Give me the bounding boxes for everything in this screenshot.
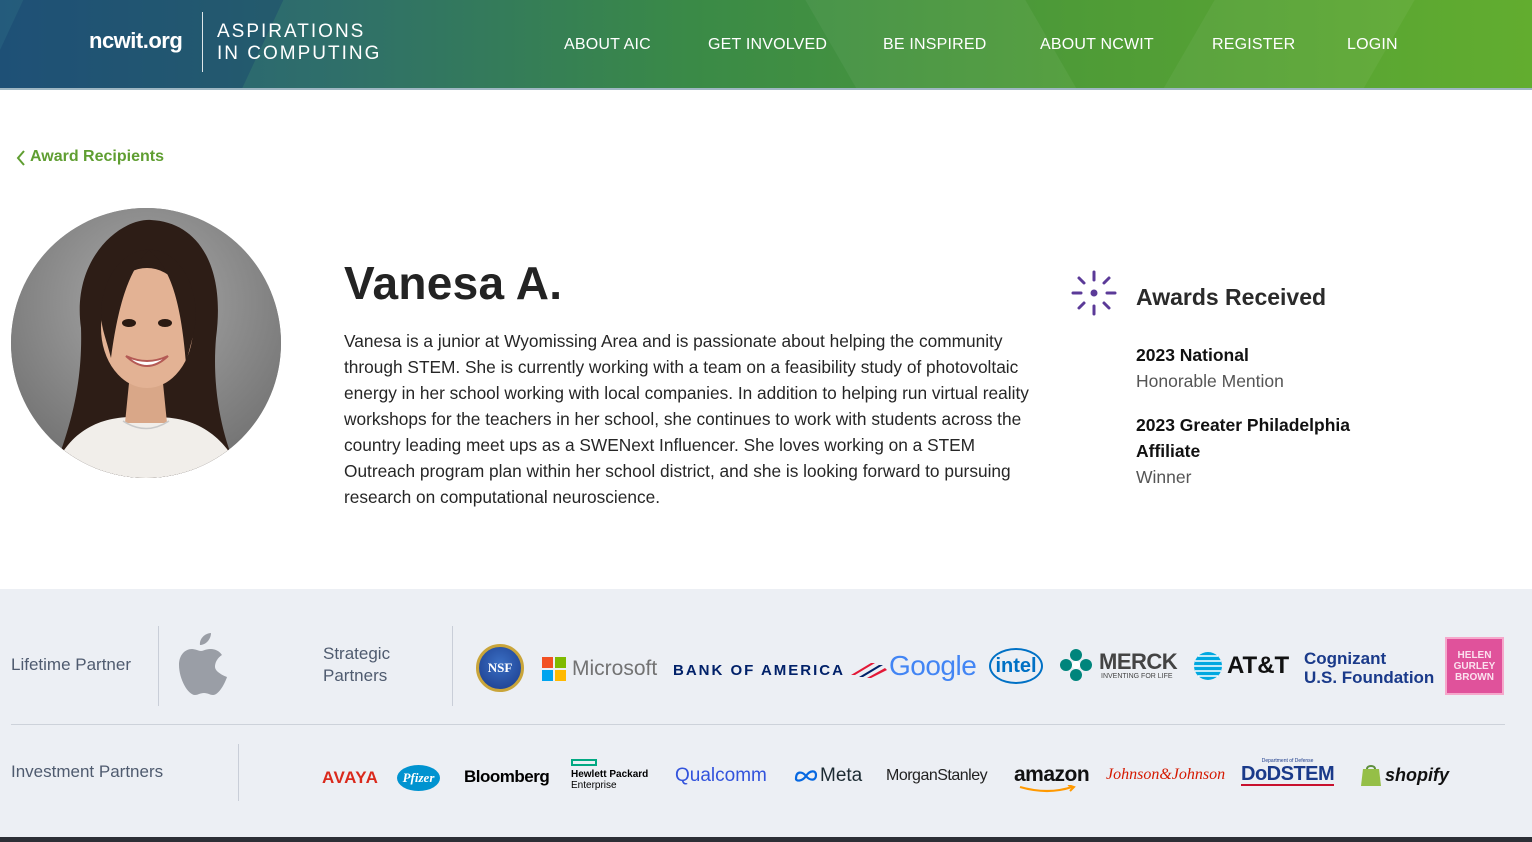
johnson-and-johnson-logo[interactable]: Johnson&Johnson <box>1106 766 1225 784</box>
aic-logo-line2: IN COMPUTING <box>217 43 382 64</box>
award-title: 2023 Greater Philadelphia Affiliate <box>1136 415 1350 461</box>
att-logo[interactable]: AT&T <box>1193 651 1289 681</box>
site-header: ncwit.org ASPIRATIONS IN COMPUTING ABOUT… <box>0 0 1532 90</box>
nav-login[interactable]: LOGIN <box>1347 36 1398 54</box>
logo-divider <box>202 12 203 72</box>
google-wordmark: Google <box>889 650 977 681</box>
boa-wordmark: BANK OF AMERICA <box>673 661 845 679</box>
hpe-line1: Hewlett Packard <box>571 769 649 780</box>
award-item: 2023 National Honorable Mention <box>1136 342 1416 394</box>
hgb-line3: BROWN <box>1455 671 1494 683</box>
avaya-logo[interactable]: AVAYA <box>322 768 378 788</box>
merck-wordmark: MERCK <box>1099 648 1178 674</box>
nsf-logo[interactable]: NSF <box>476 644 524 692</box>
partner-divider <box>452 626 453 706</box>
award-subtitle: Honorable Mention <box>1136 371 1284 391</box>
att-globe-icon <box>1194 652 1222 680</box>
dodstem-logo[interactable]: Department of Defense DoDSTEM <box>1241 759 1335 786</box>
award-item: 2023 Greater Philadelphia Affiliate Winn… <box>1136 412 1416 490</box>
amazon-logo[interactable]: amazon <box>1014 763 1090 793</box>
awards-received-heading: Awards Received <box>1136 284 1327 310</box>
partner-divider <box>158 626 159 706</box>
amazon-smile-icon <box>1019 785 1076 793</box>
hpe-logo[interactable]: Hewlett Packard Enterprise <box>571 759 648 791</box>
partners-row-divider <box>11 724 1505 725</box>
hpe-element-icon <box>571 759 597 766</box>
merck-logo[interactable]: MERCK INVENTING FOR LIFE <box>1059 648 1178 682</box>
nav-about-aic[interactable]: ABOUT AIC <box>564 36 651 54</box>
cognizant-subline: U.S. Foundation <box>1304 668 1435 687</box>
nav-register[interactable]: REGISTER <box>1212 36 1295 54</box>
back-to-award-recipients-link[interactable]: Award Recipients <box>14 148 164 166</box>
nav-be-inspired[interactable]: BE INSPIRED <box>883 36 987 54</box>
dodstem-wordmark: DoDSTEM <box>1241 763 1335 786</box>
aic-logo-line1: ASPIRATIONS <box>217 21 366 42</box>
helen-gurley-brown-logo[interactable]: HELEN GURLEY BROWN <box>1445 637 1504 695</box>
qualcomm-logo[interactable]: Qualcomm <box>675 765 767 787</box>
merck-tagline: INVENTING FOR LIFE <box>1101 672 1173 680</box>
merck-mark-icon <box>1060 649 1092 681</box>
meta-wordmark: Meta <box>820 765 863 786</box>
microsoft-wordmark: Microsoft <box>572 657 658 680</box>
morgan-stanley-logo[interactable]: MorganStanley <box>886 767 988 785</box>
att-wordmark: AT&T <box>1227 652 1290 679</box>
cognizant-wordmark: Cognizant <box>1304 649 1387 668</box>
meta-infinity-icon <box>794 770 818 782</box>
meta-logo[interactable]: Meta <box>794 765 862 787</box>
aic-logo[interactable]: ASPIRATIONS IN COMPUTING <box>217 21 381 65</box>
profile-portrait-illustration <box>11 208 281 478</box>
back-link-label: Award Recipients <box>30 148 164 165</box>
nav-get-involved[interactable]: GET INVOLVED <box>708 36 827 54</box>
apple-logo-icon[interactable] <box>177 633 231 697</box>
nav-about-ncwit[interactable]: ABOUT NCWIT <box>1040 36 1154 54</box>
google-logo[interactable]: Google <box>889 650 977 682</box>
hgb-line1: HELEN <box>1457 649 1492 661</box>
recipient-name: Vanesa A. <box>344 257 563 309</box>
profile-photo <box>11 208 281 478</box>
microsoft-squares-icon <box>542 657 566 681</box>
shopify-wordmark: shopify <box>1385 764 1450 785</box>
chevron-left-icon <box>16 150 25 166</box>
intel-logo[interactable]: intel <box>989 648 1043 684</box>
ncwit-logo[interactable]: ncwit.org <box>89 28 183 54</box>
sparkle-burst-icon <box>1071 270 1117 316</box>
award-title: 2023 National <box>1136 345 1249 365</box>
microsoft-logo[interactable]: Microsoft <box>542 657 657 681</box>
lifetime-partner-label: Lifetime Partner <box>11 655 131 674</box>
bank-of-america-logo[interactable]: BANK OF AMERICA <box>673 661 887 679</box>
bloomberg-logo[interactable]: Bloomberg <box>464 767 550 787</box>
award-subtitle: Winner <box>1136 467 1192 487</box>
recipient-bio: Vanesa is a junior at Wyomissing Area an… <box>344 331 1029 507</box>
cognizant-foundation-logo[interactable]: Cognizant U.S. Foundation <box>1304 649 1434 687</box>
boa-flag-icon <box>850 663 887 678</box>
hpe-line2: Enterprise <box>571 780 617 791</box>
partners-section: Lifetime Partner Strategic Partners NSF … <box>0 589 1532 842</box>
footer-top-bar <box>0 837 1532 842</box>
shopify-logo[interactable]: shopify <box>1360 763 1449 787</box>
amazon-wordmark: amazon <box>1014 763 1090 786</box>
pfizer-logo[interactable]: Pfizer <box>397 765 440 791</box>
shopify-bag-icon <box>1361 765 1381 786</box>
hgb-line2: GURLEY <box>1453 660 1496 672</box>
partner-divider <box>238 744 239 801</box>
strategic-partners-label: Strategic Partners <box>323 644 391 685</box>
investment-partners-label: Investment Partners <box>11 762 164 781</box>
